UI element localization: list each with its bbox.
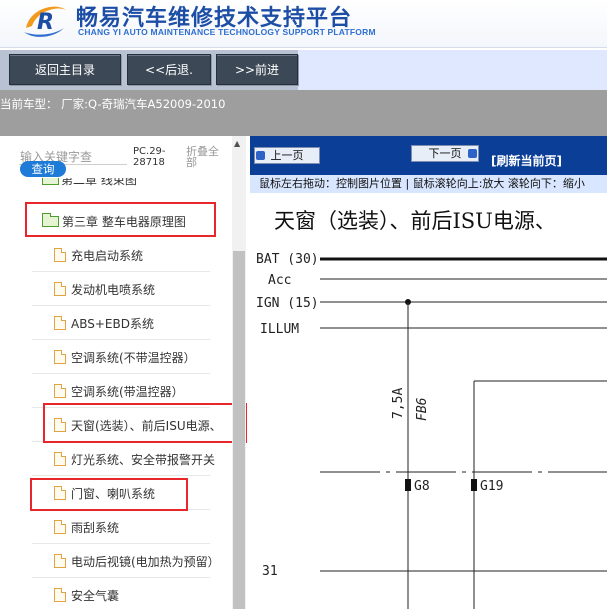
diagram-viewer: 上一页 下一页 [刷新当前页] 鼠标左右拖动：控制图片位置 | 鼠标滚轮向上:放… xyxy=(250,136,607,609)
refresh-page-link[interactable]: [刷新当前页] xyxy=(491,152,562,169)
signal-label: ILLUM xyxy=(260,322,299,337)
file-icon xyxy=(54,588,66,602)
diagram-labels: BAT (30) Acc IGN (15) ILLUM 7,5A FB6 G8 … xyxy=(256,252,503,579)
signal-label: BAT (30) xyxy=(256,252,319,267)
tree-item[interactable]: 雨刮系统 xyxy=(0,510,232,544)
pager-bar: 上一页 下一页 [刷新当前页] xyxy=(250,136,607,175)
file-icon xyxy=(54,248,66,262)
file-icon xyxy=(54,452,66,466)
query-button[interactable]: 查询 xyxy=(20,161,66,177)
highlight-box xyxy=(43,403,247,443)
tree-item-label: 发动机电喷系统 xyxy=(71,283,156,297)
tree-item-label: ABS+EBD系统 xyxy=(71,317,154,331)
scroll-up-icon[interactable]: ▲ xyxy=(234,139,240,148)
tree-item-wiring[interactable]: 第二章 线束图 xyxy=(0,178,232,192)
file-icon xyxy=(54,554,66,568)
main-menu-button[interactable]: 返回主目录 xyxy=(9,54,121,85)
tree-item[interactable]: 空调系统(不带温控器） xyxy=(0,340,232,374)
mouse-hint: 鼠标左右拖动：控制图片位置 | 鼠标滚轮向上:放大 滚轮向下：缩小 xyxy=(250,175,607,193)
row-number: 31 xyxy=(262,564,278,579)
signal-label: Acc xyxy=(268,273,291,288)
prev-page-label: 上一页 xyxy=(270,149,304,162)
tree-item[interactable]: 灯光系统、安全带报警开关 xyxy=(0,442,232,476)
highlight-box xyxy=(30,478,188,511)
tree-item[interactable]: 充电启动系统 xyxy=(0,238,232,272)
app-subtitle: CHANG YI AUTO MAINTENANCE TECHNOLOGY SUP… xyxy=(78,27,376,37)
tree-item[interactable]: 发动机电喷系统 xyxy=(0,272,232,306)
pc-code: PC.29-28718 xyxy=(133,146,166,168)
tree-item-label: 空调系统(带温控器） xyxy=(71,385,184,399)
tree-item-label: 充电启动系统 xyxy=(71,249,144,263)
file-icon xyxy=(54,520,66,534)
collapse-all-link[interactable]: 折叠全部 xyxy=(186,146,226,168)
toolbar-band xyxy=(298,50,607,90)
app-header: R 畅易汽车维修技术支持平台 CHANG YI AUTO MAINTENANCE… xyxy=(0,0,607,48)
connector-label: G8 xyxy=(414,479,430,494)
prev-page-button[interactable]: 上一页 xyxy=(254,147,320,164)
sidebar: 输入关键字查 查询 PC.29-28718 折叠全部 第二章 线束图 第三章 整… xyxy=(0,136,250,609)
file-icon xyxy=(54,282,66,296)
file-icon xyxy=(54,350,66,364)
folder-icon xyxy=(42,178,59,185)
wiring-diagram[interactable]: 天窗（选装）、前后ISU电源、 BAT (30) Acc IGN (15) IL… xyxy=(250,193,607,609)
signal-label: IGN (15) xyxy=(256,296,319,311)
tree-item[interactable]: 电动后视镜(电加热为预留） xyxy=(0,544,232,578)
arrow-right-icon xyxy=(468,149,477,158)
connector-label: G19 xyxy=(480,479,503,494)
svg-text:R: R xyxy=(37,10,54,35)
sidebar-scrollbar[interactable]: ▲ xyxy=(232,136,246,609)
nav-toolbar: 返回主目录 <<后退. >>前进 xyxy=(0,50,607,90)
next-page-button[interactable]: 下一页 xyxy=(411,145,479,162)
scroll-thumb[interactable] xyxy=(233,251,245,609)
tree-item-label: 灯光系统、安全带报警开关 xyxy=(71,453,216,467)
highlight-box xyxy=(25,202,216,237)
tree-item-label: 第二章 线束图 xyxy=(61,178,137,187)
file-icon xyxy=(54,316,66,330)
current-vehicle-label: 当前车型： 厂家:Q-奇瑞汽车A52009-2010 xyxy=(0,97,226,111)
tree-item[interactable]: ABS+EBD系统 xyxy=(0,306,232,340)
arrow-left-icon xyxy=(256,151,265,160)
vehicle-info-bar: 当前车型： 厂家:Q-奇瑞汽车A52009-2010 xyxy=(0,90,607,136)
forward-button[interactable]: >>前进 xyxy=(216,54,298,85)
back-button[interactable]: <<后退. xyxy=(127,54,211,85)
fuse-rating-label: 7,5A xyxy=(391,388,406,419)
next-page-label: 下一页 xyxy=(428,147,462,160)
tree-item-label: 雨刮系统 xyxy=(71,521,120,535)
fuse-id-label: FB6 xyxy=(415,397,430,421)
tree-item-label: 安全气囊 xyxy=(71,589,120,603)
logo-icon: R xyxy=(24,6,66,37)
tree-item-label: 电动后视镜(电加热为预留） xyxy=(71,555,220,569)
tree-item[interactable]: 安全气囊 xyxy=(0,578,232,609)
tree-item-label: 空调系统(不带温控器） xyxy=(71,351,196,365)
file-icon xyxy=(54,384,66,398)
